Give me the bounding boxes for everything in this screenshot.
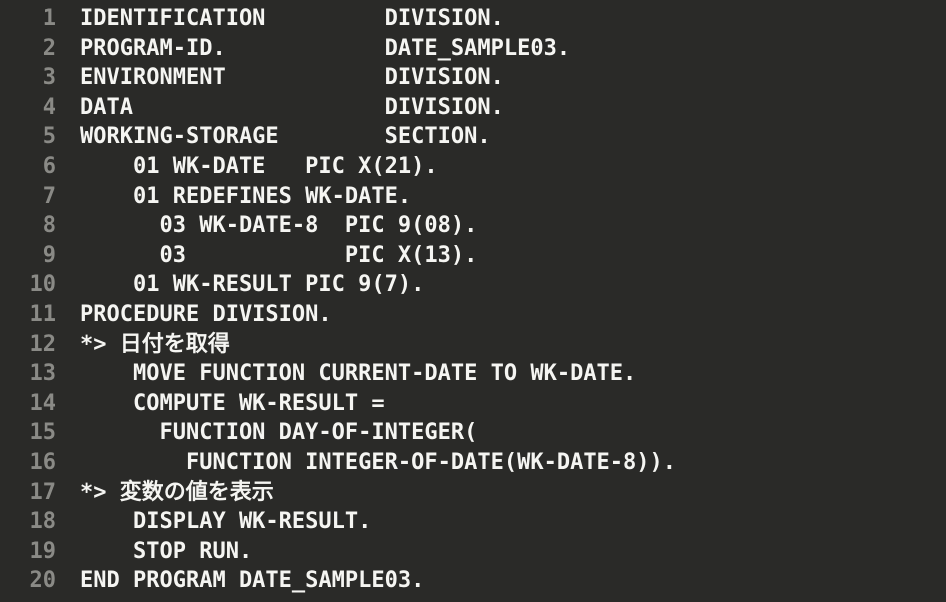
code-line[interactable]: COMPUTE WK-RESULT =: [80, 389, 946, 419]
line-number-gutter: 1234567891011121314151617181920: [0, 4, 62, 596]
code-line[interactable]: 01 REDEFINES WK-DATE.: [80, 182, 946, 212]
code-line[interactable]: FUNCTION INTEGER-OF-DATE(WK-DATE-8)).: [80, 448, 946, 478]
line-number: 12: [0, 330, 56, 360]
code-line[interactable]: IDENTIFICATION DIVISION.: [80, 4, 946, 34]
code-line[interactable]: *> 日付を取得: [80, 330, 946, 360]
line-number: 16: [0, 448, 56, 478]
code-line[interactable]: 01 WK-DATE PIC X(21).: [80, 152, 946, 182]
line-number: 18: [0, 507, 56, 537]
code-editor[interactable]: 1234567891011121314151617181920 IDENTIFI…: [0, 0, 946, 596]
code-line[interactable]: 03 PIC X(13).: [80, 241, 946, 271]
line-number: 11: [0, 300, 56, 330]
code-line[interactable]: DISPLAY WK-RESULT.: [80, 507, 946, 537]
line-number: 17: [0, 478, 56, 508]
code-line[interactable]: STOP RUN.: [80, 537, 946, 567]
line-number: 9: [0, 241, 56, 271]
line-number: 13: [0, 359, 56, 389]
code-line[interactable]: *> 変数の値を表示: [80, 478, 946, 508]
line-number: 4: [0, 93, 56, 123]
code-line[interactable]: WORKING-STORAGE SECTION.: [80, 122, 946, 152]
line-number: 2: [0, 34, 56, 64]
line-number: 1: [0, 4, 56, 34]
line-number: 20: [0, 566, 56, 596]
code-line[interactable]: PROCEDURE DIVISION.: [80, 300, 946, 330]
line-number: 8: [0, 211, 56, 241]
line-number: 5: [0, 122, 56, 152]
code-line[interactable]: 03 WK-DATE-8 PIC 9(08).: [80, 211, 946, 241]
code-line[interactable]: MOVE FUNCTION CURRENT-DATE TO WK-DATE.: [80, 359, 946, 389]
code-line[interactable]: PROGRAM-ID. DATE_SAMPLE03.: [80, 34, 946, 64]
line-number: 19: [0, 537, 56, 567]
line-number: 14: [0, 389, 56, 419]
line-number: 3: [0, 63, 56, 93]
line-number: 6: [0, 152, 56, 182]
code-line[interactable]: FUNCTION DAY-OF-INTEGER(: [80, 418, 946, 448]
line-number: 10: [0, 270, 56, 300]
line-number: 15: [0, 418, 56, 448]
code-line[interactable]: 01 WK-RESULT PIC 9(7).: [80, 270, 946, 300]
code-line[interactable]: DATA DIVISION.: [80, 93, 946, 123]
code-area[interactable]: IDENTIFICATION DIVISION.PROGRAM-ID. DATE…: [62, 4, 946, 596]
code-line[interactable]: ENVIRONMENT DIVISION.: [80, 63, 946, 93]
line-number: 7: [0, 182, 56, 212]
code-line[interactable]: END PROGRAM DATE_SAMPLE03.: [80, 566, 946, 596]
